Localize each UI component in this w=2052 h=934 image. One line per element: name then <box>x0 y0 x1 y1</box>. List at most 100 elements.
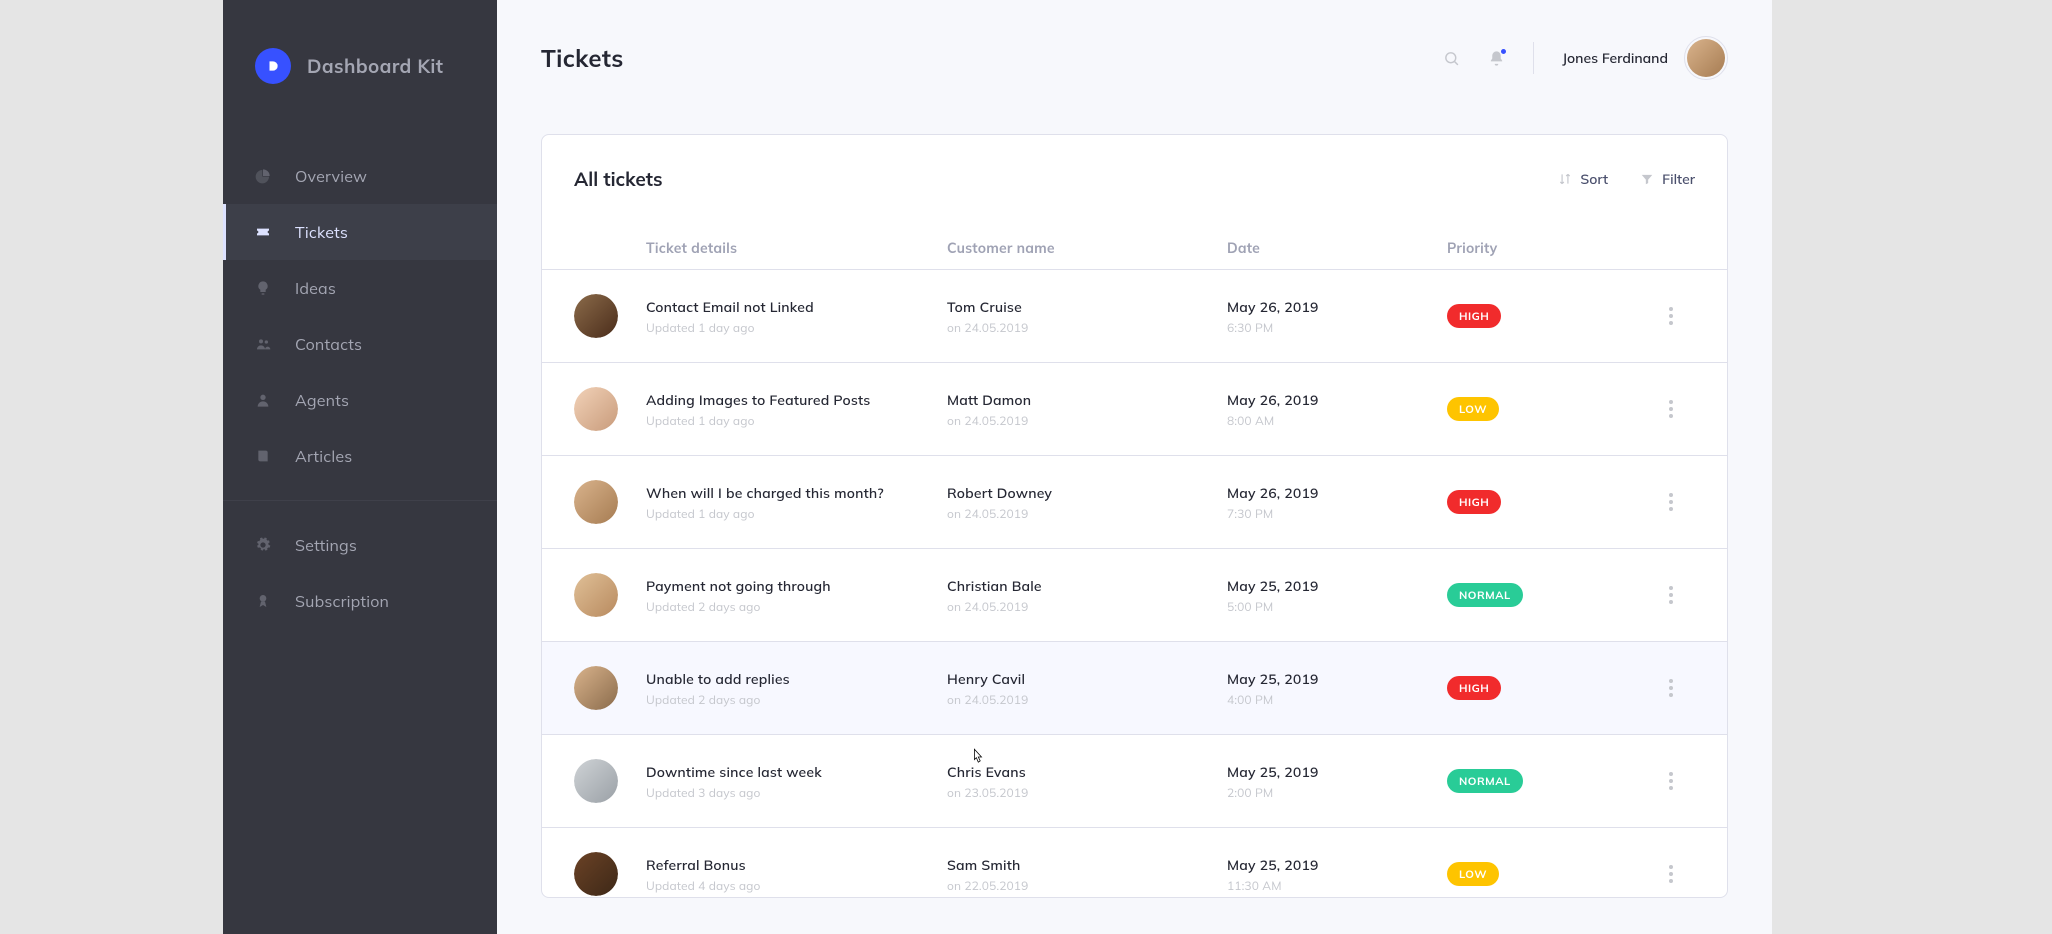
sort-button[interactable]: Sort <box>1558 170 1608 188</box>
gear-icon <box>255 537 271 553</box>
more-icon[interactable] <box>1647 772 1695 790</box>
brand[interactable]: Dashboard Kit <box>223 48 497 84</box>
sidebar-item-overview[interactable]: Overview <box>223 148 497 204</box>
filter-icon <box>1640 172 1654 186</box>
customer-sub: on 24.05.2019 <box>947 320 1227 335</box>
more-icon[interactable] <box>1647 307 1695 325</box>
sidebar-item-agents[interactable]: Agents <box>223 372 497 428</box>
avatar <box>574 480 618 524</box>
nav-secondary: Settings Subscription <box>223 517 497 629</box>
ticket-title: When will I be charged this month? <box>646 484 947 502</box>
avatar <box>574 294 618 338</box>
nav-divider <box>223 500 497 501</box>
customer-name: Henry Cavil <box>947 670 1227 688</box>
time: 4:00 PM <box>1227 692 1447 707</box>
brand-name: Dashboard Kit <box>307 54 443 78</box>
sort-label: Sort <box>1580 170 1608 188</box>
date: May 25, 2019 <box>1227 577 1447 595</box>
sidebar-item-label: Overview <box>295 166 367 186</box>
pie-chart-icon <box>255 168 271 184</box>
table-row[interactable]: Payment not going throughUpdated 2 days … <box>542 548 1727 641</box>
vertical-separator <box>1533 42 1534 74</box>
sidebar-item-label: Agents <box>295 390 349 410</box>
customer-name: Tom Cruise <box>947 298 1227 316</box>
topbar-right: Jones Ferdinand <box>1443 36 1728 80</box>
time: 8:00 AM <box>1227 413 1447 428</box>
filter-button[interactable]: Filter <box>1640 170 1695 188</box>
date: May 26, 2019 <box>1227 298 1447 316</box>
nav-primary: Overview Tickets Ideas Contacts Agents Articl… <box>223 148 497 484</box>
notification-dot <box>1500 48 1507 55</box>
bell-icon[interactable] <box>1488 50 1505 67</box>
sidebar-item-tickets[interactable]: Tickets <box>223 204 497 260</box>
ticket-title: Referral Bonus <box>646 856 947 874</box>
date: May 25, 2019 <box>1227 763 1447 781</box>
avatar <box>574 573 618 617</box>
tickets-card: All tickets Sort Filter Ticket details C… <box>541 134 1728 898</box>
user-name: Jones Ferdinand <box>1562 49 1668 67</box>
filter-label: Filter <box>1662 170 1695 188</box>
time: 6:30 PM <box>1227 320 1447 335</box>
sidebar-item-label: Contacts <box>295 334 362 354</box>
table-row[interactable]: When will I be charged this month?Update… <box>542 455 1727 548</box>
table-row[interactable]: Downtime since last weekUpdated 3 days a… <box>542 734 1727 827</box>
table-body: Contact Email not Linked Updated 1 day ag… <box>542 269 1727 898</box>
customer-sub: on 23.05.2019 <box>947 785 1227 800</box>
customer-sub: on 24.05.2019 <box>947 599 1227 614</box>
sidebar-item-label: Subscription <box>295 591 389 611</box>
avatar <box>574 387 618 431</box>
date: May 25, 2019 <box>1227 856 1447 874</box>
ticket-updated: Updated 1 day ago <box>646 320 947 335</box>
priority-pill: LOW <box>1447 397 1499 421</box>
page-title: Tickets <box>541 43 624 73</box>
card-title: All tickets <box>574 167 663 191</box>
customer-sub: on 24.05.2019 <box>947 506 1227 521</box>
more-icon[interactable] <box>1647 586 1695 604</box>
table-row[interactable]: Unable to add repliesUpdated 2 days agoH… <box>542 641 1727 734</box>
table-header: Ticket details Customer name Date Priori… <box>542 191 1727 269</box>
avatar <box>1684 36 1728 80</box>
customer-name: Chris Evans <box>947 763 1227 781</box>
sidebar-item-label: Ideas <box>295 278 336 298</box>
ticket-title: Contact Email not Linked <box>646 298 947 316</box>
user-cluster[interactable]: Jones Ferdinand <box>1562 36 1728 80</box>
card-actions: Sort Filter <box>1558 170 1695 188</box>
badge-icon <box>255 593 271 609</box>
more-icon[interactable] <box>1647 493 1695 511</box>
avatar <box>574 759 618 803</box>
people-icon <box>255 336 271 352</box>
book-icon <box>255 448 271 464</box>
table-row[interactable]: Referral BonusUpdated 4 days agoSam Smit… <box>542 827 1727 898</box>
table-row[interactable]: Adding Images to Featured PostsUpdated 1… <box>542 362 1727 455</box>
topbar: Tickets Jones Ferdinand <box>541 36 1728 80</box>
date: May 25, 2019 <box>1227 670 1447 688</box>
brand-logo-icon <box>255 48 291 84</box>
ticket-updated: Updated 1 day ago <box>646 413 947 428</box>
sidebar-item-contacts[interactable]: Contacts <box>223 316 497 372</box>
table-row[interactable]: Contact Email not Linked Updated 1 day ag… <box>542 269 1727 362</box>
search-icon[interactable] <box>1443 50 1460 67</box>
sidebar-item-label: Tickets <box>295 222 348 242</box>
more-icon[interactable] <box>1647 679 1695 697</box>
ticket-icon <box>255 224 271 240</box>
sidebar: Dashboard Kit Overview Tickets Ideas Contac… <box>223 0 497 934</box>
sidebar-item-articles[interactable]: Articles <box>223 428 497 484</box>
more-icon[interactable] <box>1647 400 1695 418</box>
col-details: Ticket details <box>646 239 947 257</box>
agent-icon <box>255 392 271 408</box>
customer-name: Robert Downey <box>947 484 1227 502</box>
date: May 26, 2019 <box>1227 484 1447 502</box>
sidebar-item-ideas[interactable]: Ideas <box>223 260 497 316</box>
priority-pill: HIGH <box>1447 490 1501 514</box>
ticket-updated: Updated 2 days ago <box>646 599 947 614</box>
time: 7:30 PM <box>1227 506 1447 521</box>
avatar <box>574 666 618 710</box>
priority-pill: NORMAL <box>1447 769 1523 793</box>
priority-pill: HIGH <box>1447 676 1501 700</box>
sidebar-item-settings[interactable]: Settings <box>223 517 497 573</box>
customer-sub: on 22.05.2019 <box>947 878 1227 893</box>
more-icon[interactable] <box>1647 865 1695 883</box>
ticket-updated: Updated 3 days ago <box>646 785 947 800</box>
ticket-updated: Updated 2 days ago <box>646 692 947 707</box>
sidebar-item-subscription[interactable]: Subscription <box>223 573 497 629</box>
